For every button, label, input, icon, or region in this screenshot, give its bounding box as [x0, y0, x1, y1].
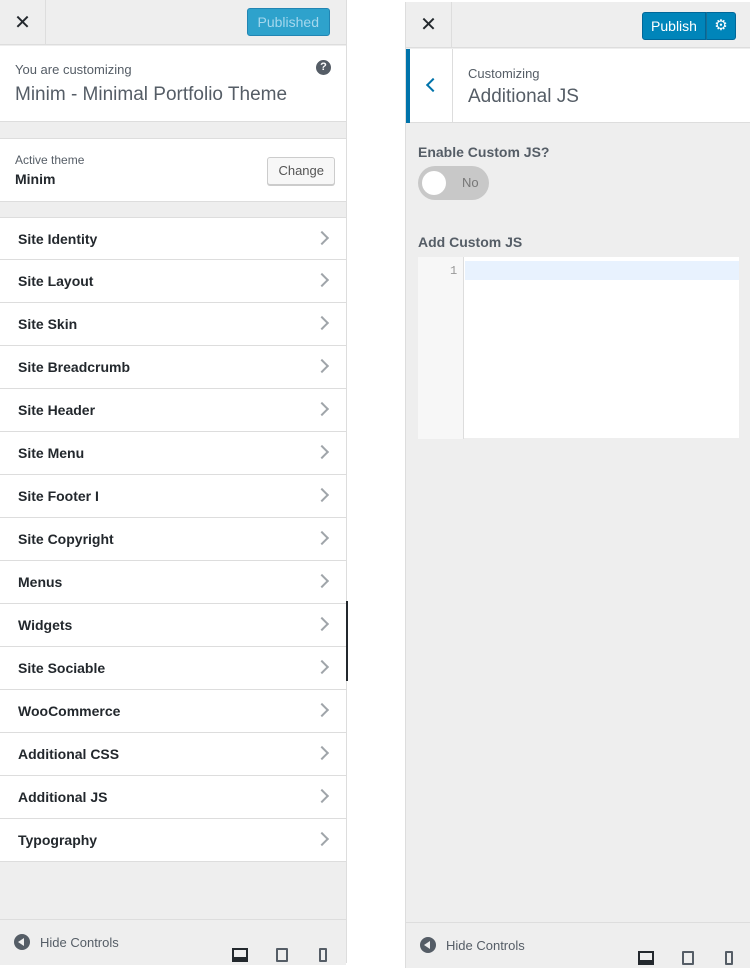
section-label: Site Sociable — [18, 660, 106, 676]
section-header: Customizing Additional JS — [406, 49, 750, 123]
help-icon[interactable]: ? — [316, 60, 331, 75]
customizer-panel-main: ✕ Published You are customizing Minim - … — [0, 0, 347, 965]
editor-gutter: 1 — [418, 257, 464, 439]
chevron-right-icon — [314, 530, 330, 546]
customizer-sections-list: Site Identity Site Layout Site Skin Site… — [0, 217, 346, 862]
section-label: Additional JS — [18, 789, 108, 805]
customizer-footer: Hide Controls — [0, 919, 346, 965]
mobile-preview-icon[interactable] — [725, 951, 733, 965]
desktop-preview-icon[interactable] — [232, 948, 248, 962]
chevron-right-icon — [314, 788, 330, 804]
hide-controls-label[interactable]: Hide Controls — [446, 938, 525, 953]
chevron-left-icon — [425, 77, 441, 93]
close-icon[interactable]: ✕ — [0, 0, 46, 45]
section-label: Site Breadcrumb — [18, 359, 131, 375]
chevron-right-icon — [314, 272, 330, 288]
chevron-right-icon — [314, 831, 330, 847]
publish-button[interactable]: Publish — [642, 12, 706, 40]
section-label: Menus — [18, 574, 63, 590]
hide-controls-icon[interactable] — [14, 934, 30, 950]
tablet-preview-icon[interactable] — [682, 951, 694, 965]
chevron-right-icon — [314, 702, 330, 718]
section-menus[interactable]: Menus — [0, 561, 346, 604]
change-theme-button[interactable]: Change — [267, 157, 335, 185]
chevron-right-icon — [314, 573, 330, 589]
section-label: Additional CSS — [18, 746, 120, 762]
section-additional-js[interactable]: Additional JS — [0, 776, 346, 819]
section-typography[interactable]: Typography — [0, 819, 346, 862]
hide-controls-icon[interactable] — [420, 937, 436, 953]
section-label: Site Identity — [18, 231, 98, 247]
section-site-skin[interactable]: Site Skin — [0, 303, 346, 346]
customizing-info: You are customizing Minim - Minimal Port… — [0, 46, 346, 122]
chevron-right-icon — [314, 358, 330, 374]
toggle-knob — [422, 171, 446, 195]
scrollbar-thumb[interactable] — [346, 601, 348, 681]
section-widgets[interactable]: Widgets — [0, 604, 346, 647]
chevron-right-icon — [314, 745, 330, 761]
section-label: Widgets — [18, 617, 73, 633]
section-label: Site Skin — [18, 316, 78, 332]
section-label: Site Layout — [18, 273, 94, 289]
chevron-right-icon — [314, 401, 330, 417]
active-theme-section: Active theme Minim Change — [0, 138, 346, 202]
line-number: 1 — [450, 264, 458, 278]
chevron-right-icon — [314, 444, 330, 460]
section-site-footer[interactable]: Site Footer I — [0, 475, 346, 518]
section-site-layout[interactable]: Site Layout — [0, 260, 346, 303]
desktop-preview-icon[interactable] — [638, 951, 654, 965]
customizer-header: ✕ Published — [0, 0, 346, 45]
section-breadcrumb: Customizing — [468, 66, 540, 81]
section-additional-css[interactable]: Additional CSS — [0, 733, 346, 776]
published-button: Published — [246, 8, 330, 36]
active-theme-label: Active theme — [15, 153, 85, 167]
chevron-right-icon — [314, 487, 330, 503]
add-custom-js-label: Add Custom JS — [418, 234, 523, 250]
editor-active-line[interactable] — [465, 261, 739, 280]
mobile-preview-icon[interactable] — [319, 948, 327, 962]
enable-custom-js-toggle[interactable]: No — [418, 166, 489, 200]
section-woocommerce[interactable]: WooCommerce — [0, 690, 346, 733]
section-site-identity[interactable]: Site Identity — [0, 217, 346, 260]
section-label: Site Copyright — [18, 531, 114, 547]
custom-js-code-editor[interactable]: 1 — [418, 256, 739, 439]
chevron-right-icon — [314, 230, 330, 246]
section-site-menu[interactable]: Site Menu — [0, 432, 346, 475]
chevron-right-icon — [314, 616, 330, 632]
customizer-header: ✕ Publish ⚙ — [406, 2, 750, 48]
section-site-sociable[interactable]: Site Sociable — [0, 647, 346, 690]
section-label: WooCommerce — [18, 703, 121, 719]
theme-title: Minim - Minimal Portfolio Theme — [15, 84, 288, 105]
customizer-panel-additional-js: ✕ Publish ⚙ Customizing Additional JS En… — [405, 2, 750, 968]
gear-icon[interactable]: ⚙ — [706, 12, 736, 40]
section-site-header[interactable]: Site Header — [0, 389, 346, 432]
section-title: Additional JS — [468, 86, 579, 107]
section-site-copyright[interactable]: Site Copyright — [0, 518, 346, 561]
section-site-breadcrumb[interactable]: Site Breadcrumb — [0, 346, 346, 389]
section-label: Typography — [18, 832, 98, 848]
customizer-footer: Hide Controls — [406, 922, 750, 968]
back-button[interactable] — [406, 49, 453, 123]
chevron-right-icon — [314, 315, 330, 331]
section-label: Site Header — [18, 402, 96, 418]
customizing-label: You are customizing — [15, 62, 132, 77]
section-label: Site Menu — [18, 445, 85, 461]
hide-controls-label[interactable]: Hide Controls — [40, 935, 119, 950]
section-label: Site Footer I — [18, 488, 99, 504]
chevron-right-icon — [314, 659, 330, 675]
toggle-state-label: No — [462, 175, 479, 190]
close-icon[interactable]: ✕ — [406, 2, 452, 47]
tablet-preview-icon[interactable] — [276, 948, 288, 962]
active-theme-name: Minim — [15, 171, 56, 187]
enable-custom-js-label: Enable Custom JS? — [418, 144, 550, 160]
